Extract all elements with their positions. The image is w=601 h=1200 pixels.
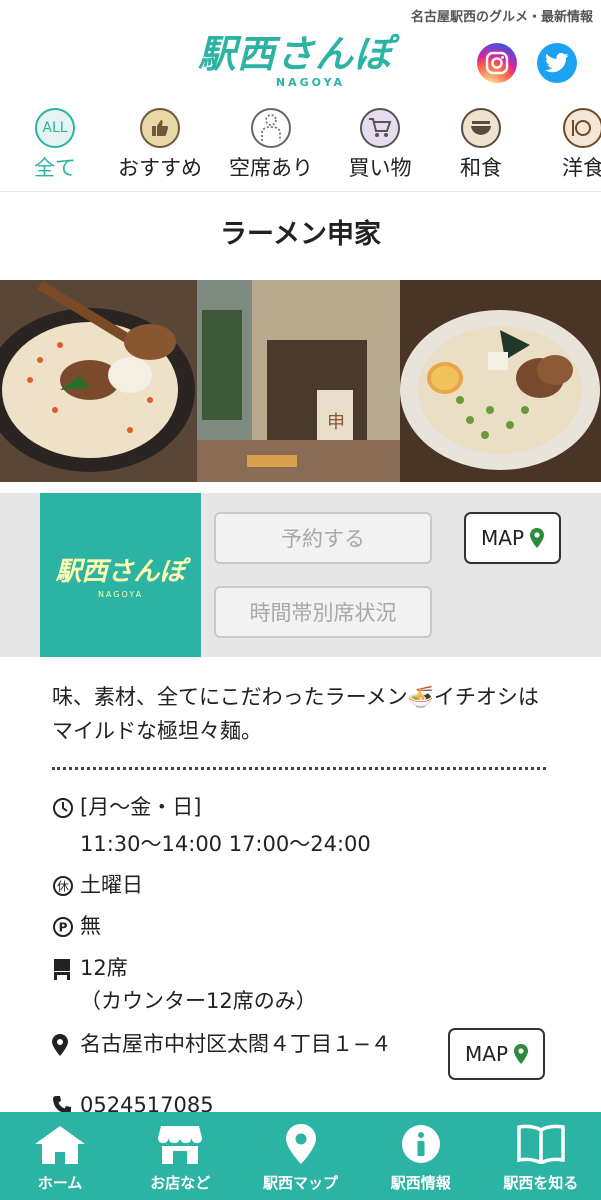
category-label: 洋食 <box>562 156 601 180</box>
map-button-label: MAP <box>481 526 524 550</box>
shop-photos: 申 <box>0 280 601 482</box>
nav-map[interactable]: 駅西マップ <box>240 1112 360 1200</box>
map-pin-icon <box>285 1124 316 1164</box>
nav-shops[interactable]: お店など <box>120 1112 240 1200</box>
thumbnail-logo-text: 駅西さんぽ <box>55 557 186 587</box>
parking-value: 無 <box>80 914 101 938</box>
seat-count: 12席 <box>80 956 128 980</box>
hours-days: [月〜金・日] <box>80 795 202 819</box>
closed-row: 休 土曜日 <box>52 870 143 901</box>
address-row: 名古屋市中村区太閤４丁目１−４ <box>52 1029 392 1060</box>
photo-tantan-ramen[interactable] <box>0 280 197 482</box>
clock-icon <box>52 792 80 860</box>
closed-day: 土曜日 <box>80 873 143 897</box>
bowl-icon <box>461 108 501 148</box>
category-nav: ALL 全て おすすめ 空席あり 買い物 和食 洋食 <box>0 100 601 192</box>
seats-row: 12席 （カウンター12席のみ） <box>52 953 317 1017</box>
seat-icon <box>52 953 80 1017</box>
site-logo[interactable]: 駅西さんぽ NAGOYA <box>198 34 403 92</box>
address[interactable]: 名古屋市中村区太閤４丁目１−４ <box>80 1029 392 1060</box>
category-label: 買い物 <box>348 156 412 180</box>
map-pin-icon <box>530 528 544 548</box>
category-available-seats[interactable]: 空席あり <box>216 108 326 182</box>
book-icon <box>517 1124 565 1164</box>
category-western-food[interactable]: 洋食 <box>528 108 601 182</box>
shop-icon <box>158 1126 203 1164</box>
nav-about[interactable]: 駅西を知る <box>481 1112 601 1200</box>
cart-icon <box>360 108 400 148</box>
location-icon <box>52 1029 80 1060</box>
plate-icon <box>563 108 601 148</box>
thumbnail-logo-subtext: NAGOYA <box>97 590 144 599</box>
category-label: おすすめ <box>118 156 202 180</box>
map-pin-icon <box>514 1044 528 1064</box>
logo-text: 駅西さんぽ <box>198 32 394 76</box>
map-button-address[interactable]: MAP <box>448 1028 545 1080</box>
nav-label: お店など <box>150 1174 211 1192</box>
reserve-button[interactable]: 予約する <box>214 512 432 564</box>
map-button[interactable]: MAP <box>464 512 561 564</box>
seat-note: （カウンター12席のみ） <box>80 989 317 1013</box>
logo-subtext: NAGOYA <box>275 76 346 89</box>
hours-row: [月〜金・日] 11:30〜14:00 17:00〜24:00 <box>52 792 371 860</box>
nav-home[interactable]: ホーム <box>0 1112 120 1200</box>
parking-icon: P <box>52 911 80 942</box>
nav-label: 駅西を知る <box>503 1174 579 1192</box>
info-icon <box>401 1125 440 1163</box>
hours-times: 11:30〜14:00 17:00〜24:00 <box>80 832 371 856</box>
all-icon-text: ALL <box>42 120 68 136</box>
seat-status-button[interactable]: 時間帯別席状況 <box>214 586 432 638</box>
category-shopping[interactable]: 買い物 <box>325 108 435 182</box>
svg-text:休: 休 <box>57 880 69 894</box>
thumbs-up-icon <box>140 108 180 148</box>
category-japanese-food[interactable]: 和食 <box>426 108 536 182</box>
home-icon <box>35 1126 86 1164</box>
svg-text:P: P <box>59 921 68 935</box>
bottom-nav: ホーム お店など 駅西マップ 駅西情報 駅西を知る <box>0 1112 601 1200</box>
instagram-icon[interactable] <box>477 43 517 83</box>
category-all[interactable]: ALL 全て <box>0 108 110 182</box>
category-label: 全て <box>34 156 76 180</box>
app-header: 名古屋駅西のグルメ・最新情報 駅西さんぽ NAGOYA <box>0 0 601 100</box>
dotted-divider <box>52 767 546 770</box>
map-button-label: MAP <box>465 1042 508 1066</box>
shop-actions: 駅西さんぽ NAGOYA 予約する 時間帯別席状況 MAP <box>0 493 601 657</box>
parking-row: P 無 <box>52 911 101 942</box>
shop-description: 味、素材、全てにこだわったラーメン🍜イチオシはマイルドな極坦々麺。 <box>52 685 539 743</box>
category-recommended[interactable]: おすすめ <box>105 108 215 182</box>
photo-storefront[interactable]: 申 <box>197 280 400 482</box>
nav-info[interactable]: 駅西情報 <box>361 1112 481 1200</box>
nav-label: 駅西マップ <box>263 1174 339 1192</box>
shop-thumbnail-logo: 駅西さんぽ NAGOYA <box>40 493 201 657</box>
nav-label: 駅西情報 <box>390 1174 451 1192</box>
twitter-icon[interactable] <box>537 43 577 83</box>
svg-text:申: 申 <box>327 412 345 433</box>
closed-day-icon: 休 <box>52 870 80 901</box>
nav-label: ホーム <box>37 1174 83 1192</box>
category-label: 空席あり <box>229 156 313 180</box>
person-icon <box>251 108 291 148</box>
category-label: 和食 <box>460 156 502 180</box>
site-tagline: 名古屋駅西のグルメ・最新情報 <box>410 10 593 25</box>
shop-title: ラーメン申家 <box>220 219 381 250</box>
photo-tonkotsu-ramen[interactable] <box>400 280 601 482</box>
all-icon: ALL <box>35 108 75 148</box>
